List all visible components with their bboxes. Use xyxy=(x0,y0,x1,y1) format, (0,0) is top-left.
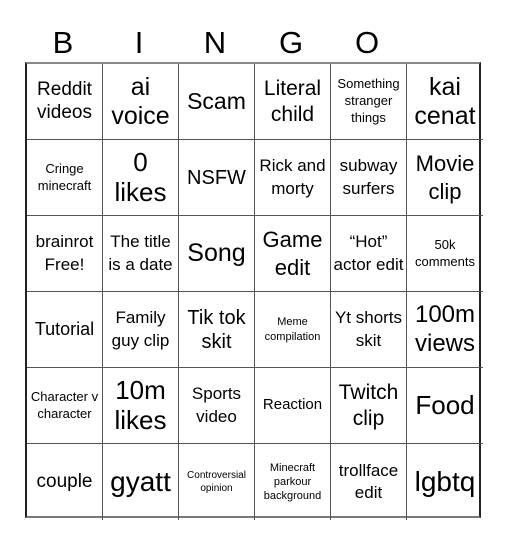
cell-label: couple xyxy=(36,470,93,492)
bingo-cell[interactable]: Scam xyxy=(179,64,255,140)
cell-label: Movie clip xyxy=(415,151,475,204)
cell-label: “Hot” actor edit xyxy=(333,232,404,274)
cell-label: Yt shorts skit xyxy=(334,308,403,350)
cell-label: kai cenat xyxy=(414,72,476,130)
cell-label: Song xyxy=(187,239,246,268)
bingo-cell[interactable]: Literal child xyxy=(255,64,331,140)
cell-label: gyatt xyxy=(110,465,171,497)
bingo-cell[interactable]: 50k comments xyxy=(407,216,483,292)
bingo-cell[interactable]: trollface edit xyxy=(331,444,407,520)
cell-label: NSFW xyxy=(187,166,246,189)
cell-label: Reddit videos xyxy=(37,78,92,123)
cell-label: brainrot Free! xyxy=(35,232,94,274)
bingo-cell[interactable]: Meme compilation xyxy=(255,292,331,368)
bingo-cell[interactable]: couple xyxy=(27,444,103,520)
cell-label: Tutorial xyxy=(34,319,95,340)
bingo-cell[interactable]: Rick and morty xyxy=(255,140,331,216)
bingo-cell[interactable]: 10m likes xyxy=(103,368,179,444)
cell-label: Minecraft parkour background xyxy=(263,461,322,503)
bingo-cell[interactable]: Game edit xyxy=(255,216,331,292)
cell-label: subway surfers xyxy=(339,156,398,198)
cell-label: The title is a date xyxy=(108,232,173,274)
header-letter-n: N xyxy=(203,25,227,60)
cell-label: Literal child xyxy=(263,77,322,126)
bingo-cell[interactable]: 100m views xyxy=(407,292,483,368)
bingo-card: Reddit videos ai voice Scam Literal chil… xyxy=(25,62,483,520)
header-letter-b: B xyxy=(52,25,74,60)
cell-label: Twitch clip xyxy=(338,381,399,430)
cell-label: Reaction xyxy=(262,396,323,414)
cell-label: 10m likes xyxy=(114,374,167,435)
cell-label: Family guy clip xyxy=(111,308,170,350)
bingo-cell[interactable]: Sports video xyxy=(179,368,255,444)
cell-label: Cringe minecraft xyxy=(37,160,92,193)
cell-label: Rick and morty xyxy=(259,156,326,198)
header-letter-g: G xyxy=(278,25,304,60)
cell-label: Controversial opinion xyxy=(187,470,246,494)
cell-label: lgbtq xyxy=(414,465,476,497)
bingo-cell[interactable]: gyatt xyxy=(103,444,179,520)
cell-label: Sports video xyxy=(191,384,242,426)
cell-label: Meme compilation xyxy=(264,316,321,343)
bingo-cell[interactable]: “Hot” actor edit xyxy=(331,216,407,292)
bingo-cell[interactable]: Yt shorts skit xyxy=(331,292,407,368)
cell-label: Something stranger things xyxy=(337,76,400,125)
bingo-cell[interactable]: brainrot Free! xyxy=(27,216,103,292)
bingo-cell[interactable]: Something stranger things xyxy=(331,64,407,140)
cell-label: trollface edit xyxy=(338,460,399,502)
bingo-cell[interactable]: ai voice xyxy=(103,64,179,140)
bingo-cell[interactable]: Twitch clip xyxy=(331,368,407,444)
bingo-cell[interactable]: Character v character xyxy=(27,368,103,444)
bingo-cell[interactable]: Tik tok skit xyxy=(179,292,255,368)
bingo-cell[interactable]: Song xyxy=(179,216,255,292)
bingo-cell[interactable]: Minecraft parkour background xyxy=(255,444,331,520)
bingo-header: B I N G O xyxy=(25,24,481,62)
cell-label: ai voice xyxy=(111,72,170,130)
header-letter-i: I xyxy=(134,25,144,60)
bingo-cell[interactable]: lgbtq xyxy=(407,444,483,520)
header-letter-o: O xyxy=(354,25,380,60)
cell-label: 0 likes xyxy=(114,146,167,207)
cell-label: 50k comments xyxy=(415,236,475,269)
bingo-cell[interactable]: Food xyxy=(407,368,483,444)
bingo-cell[interactable]: Tutorial xyxy=(27,292,103,368)
cell-label: Food xyxy=(415,389,475,420)
cell-label: 100m views xyxy=(414,300,476,357)
bingo-cell[interactable]: NSFW xyxy=(179,140,255,216)
bingo-cell[interactable]: subway surfers xyxy=(331,140,407,216)
bingo-cell[interactable]: Cringe minecraft xyxy=(27,140,103,216)
bingo-cell[interactable]: Controversial opinion xyxy=(179,444,255,520)
bingo-cell[interactable]: 0 likes xyxy=(103,140,179,216)
bingo-cell[interactable]: Family guy clip xyxy=(103,292,179,368)
cell-label: Game edit xyxy=(262,227,323,280)
cell-label: Scam xyxy=(187,87,246,114)
cell-label: Tik tok skit xyxy=(187,306,246,353)
bingo-cell[interactable]: The title is a date xyxy=(103,216,179,292)
cell-label: Character v character xyxy=(30,388,99,421)
bingo-cell[interactable]: Reaction xyxy=(255,368,331,444)
bingo-cell[interactable]: Movie clip xyxy=(407,140,483,216)
bingo-cell[interactable]: kai cenat xyxy=(407,64,483,140)
bingo-cell[interactable]: Reddit videos xyxy=(27,64,103,140)
